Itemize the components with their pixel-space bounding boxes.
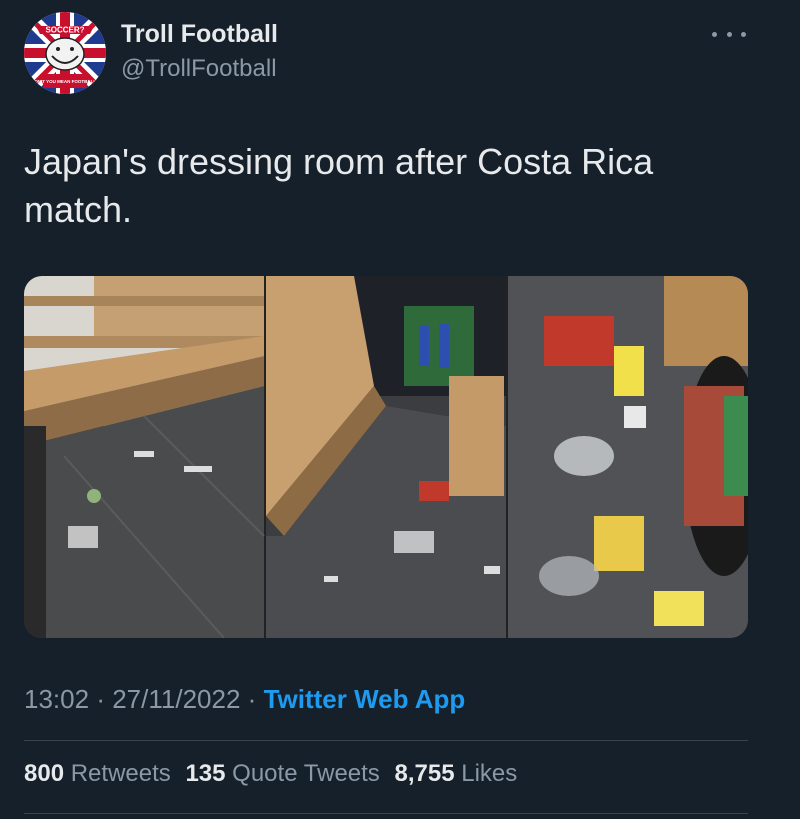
divider [24,740,748,741]
divider [24,813,748,814]
meta-separator: · [96,684,105,714]
avatar-caption-text: DON'T YOU MEAN FOOTBALL? [31,79,99,84]
display-name[interactable]: Troll Football [121,20,278,49]
dressing-room-collage [24,276,748,638]
tweet-time[interactable]: 13:02 [24,684,89,714]
tweet-source-link[interactable]: Twitter Web App [264,684,466,714]
retweets-count: 800 [24,760,65,787]
retweets-stat[interactable]: 800 Retweets [24,760,171,787]
tweet-text: Japan's dressing room after Costa Rica m… [24,141,654,230]
photo-panel-right [508,276,748,638]
retweets-label: Retweets [70,760,171,787]
tweet-timestamp-row: 13:02 · 27/11/2022 · Twitter Web App [24,684,465,715]
avatar-badge-text: SOCCER? [45,26,84,35]
tweet-media-photo[interactable] [24,276,748,638]
photo-panel-middle [266,276,506,638]
more-dot [726,31,732,37]
likes-count: 8,755 [394,760,455,787]
photo-panel-left [24,276,265,638]
avatar-image: SOCCER? DON'T YOU MEAN FOOTBALL? [24,12,106,94]
more-horizontal-icon[interactable] [712,24,746,44]
quote-tweets-count: 135 [185,760,226,787]
meta-separator: · [247,684,257,714]
likes-stat[interactable]: 8,755 Likes [394,760,517,787]
likes-label: Likes [461,760,518,787]
quote-tweets-label: Quote Tweets [232,760,380,787]
more-dot [741,31,746,37]
tweet-stats-row: 800 Retweets 135 Quote Tweets 8,755 Like… [24,760,525,788]
quote-tweets-stat[interactable]: 135 Quote Tweets [185,760,379,787]
avatar[interactable]: SOCCER? DON'T YOU MEAN FOOTBALL? [24,12,106,94]
tweet-date[interactable]: 27/11/2022 [112,684,240,714]
user-handle[interactable]: @TrollFootball [121,55,277,83]
more-dot [712,31,717,37]
